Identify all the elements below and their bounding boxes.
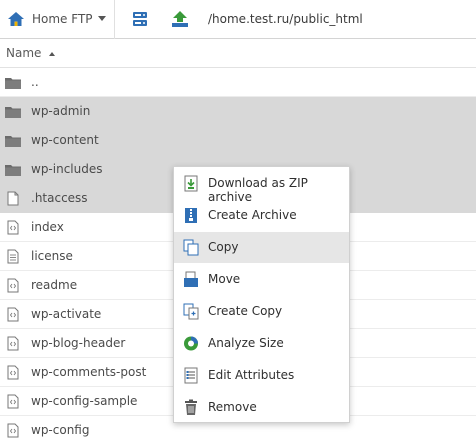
- file-row[interactable]: ..: [0, 68, 476, 97]
- file-name: wp-content: [31, 133, 99, 147]
- parent-folder-up-icon[interactable]: [170, 10, 190, 28]
- file-icon: [7, 191, 19, 206]
- menu-item-label: Copy: [208, 240, 239, 254]
- file-name: wp-blog-header: [31, 336, 126, 350]
- site-selector[interactable]: Home FTP: [32, 12, 93, 26]
- copy-menu-item[interactable]: Copy: [174, 232, 349, 263]
- analyze-size-menu-item[interactable]: Analyze Size: [174, 328, 349, 359]
- code-file-icon: [7, 336, 19, 351]
- move-icon: [184, 271, 198, 287]
- folder-icon: [5, 78, 21, 89]
- code-file-icon: [7, 365, 19, 380]
- code-file-icon: [7, 394, 19, 409]
- context-menu: Download as ZIP archive Create Archive Cop…: [173, 166, 350, 423]
- download-zip-menu-item[interactable]: Download as ZIP archive: [174, 168, 349, 204]
- code-file-icon: [7, 423, 19, 438]
- file-name: ..: [31, 75, 39, 89]
- pie-chart-icon: [184, 336, 198, 351]
- file-name: wp-includes: [31, 162, 103, 176]
- folder-icon: [5, 136, 21, 147]
- current-path[interactable]: /home.test.ru/public_html: [208, 12, 363, 26]
- file-name: index: [31, 220, 64, 234]
- folder-icon: [5, 107, 21, 118]
- toolbar-divider: [114, 0, 115, 39]
- code-file-icon: [7, 307, 19, 322]
- trash-icon: [185, 399, 197, 415]
- edit-attributes-menu-item[interactable]: Edit Attributes: [174, 360, 349, 391]
- file-name: wp-config-sample: [31, 394, 138, 408]
- copy-icon: [183, 239, 199, 256]
- server-icon[interactable]: [132, 11, 148, 27]
- column-header: Name: [0, 39, 476, 68]
- code-file-icon: [7, 278, 19, 293]
- file-row[interactable]: wp-admin: [0, 97, 476, 126]
- sort-ascending-icon[interactable]: [49, 52, 55, 56]
- toolbar: Home FTP /home.test.ru/public_html: [0, 0, 476, 39]
- archive-icon: [185, 208, 197, 223]
- home-icon[interactable]: [7, 11, 25, 27]
- file-name: readme: [31, 278, 78, 292]
- file-name: license: [31, 249, 73, 263]
- file-name: .htaccess: [31, 191, 88, 205]
- create-copy-menu-item[interactable]: Create Copy: [174, 296, 349, 327]
- folder-icon: [5, 165, 21, 176]
- file-name: wp-activate: [31, 307, 102, 321]
- chevron-down-icon[interactable]: [98, 16, 106, 21]
- menu-item-label: Edit Attributes: [208, 368, 295, 382]
- name-column-header[interactable]: Name: [6, 46, 41, 60]
- menu-item-label: Move: [208, 272, 241, 286]
- ftp-file-manager: Home FTP /home.test.ru/public_html Name …: [0, 0, 476, 444]
- file-row[interactable]: wp-content: [0, 126, 476, 155]
- remove-menu-item[interactable]: Remove: [174, 392, 349, 423]
- move-menu-item[interactable]: Move: [174, 264, 349, 295]
- attributes-icon: [184, 367, 198, 384]
- menu-item-label: Remove: [208, 400, 257, 414]
- zip-download-icon: [184, 175, 198, 192]
- create-archive-menu-item[interactable]: Create Archive: [174, 200, 349, 231]
- menu-item-label: Analyze Size: [208, 336, 284, 350]
- file-name: wp-admin: [31, 104, 91, 118]
- menu-item-label: Create Archive: [208, 208, 297, 222]
- menu-item-label: Create Copy: [208, 304, 283, 318]
- file-name: wp-config: [31, 423, 90, 437]
- file-name: wp-comments-post: [31, 365, 147, 379]
- create-copy-icon: [183, 303, 199, 320]
- code-file-icon: [7, 220, 19, 235]
- text-file-icon: [7, 249, 19, 264]
